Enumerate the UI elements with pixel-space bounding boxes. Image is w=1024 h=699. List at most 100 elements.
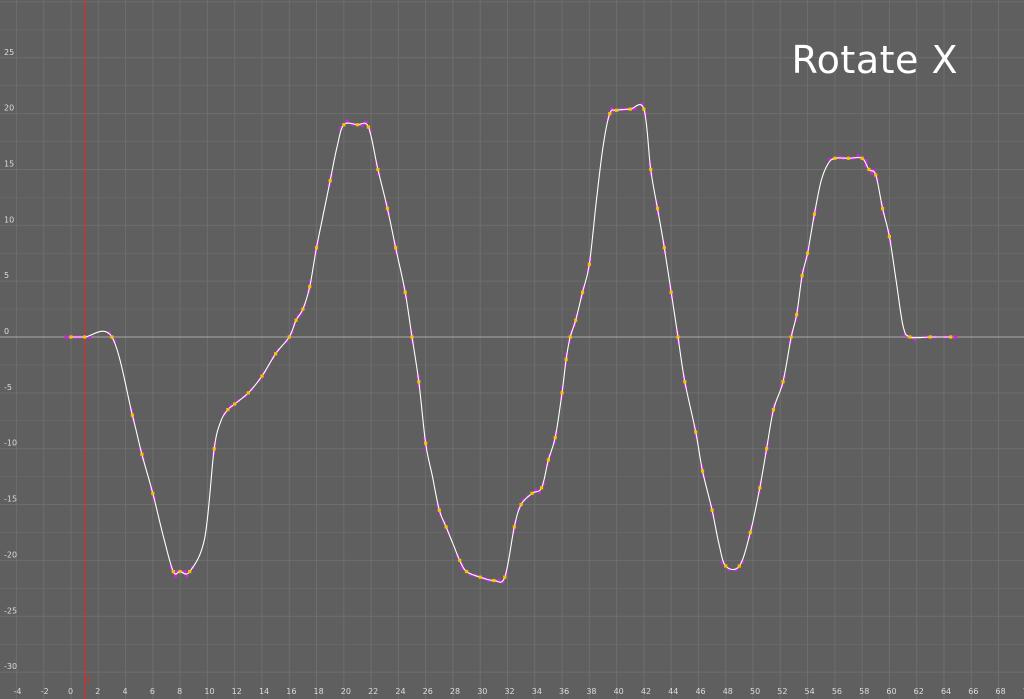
keyframe[interactable] bbox=[748, 530, 752, 535]
keyframe[interactable] bbox=[260, 374, 264, 378]
keyframe[interactable] bbox=[908, 335, 912, 339]
keyframe[interactable] bbox=[464, 569, 469, 574]
keyframe[interactable] bbox=[553, 435, 557, 440]
keyframe[interactable] bbox=[928, 335, 932, 339]
keyframe[interactable] bbox=[444, 525, 448, 529]
keyframe[interactable] bbox=[587, 262, 591, 266]
tangent-handle-end[interactable] bbox=[870, 171, 874, 175]
keyframe[interactable] bbox=[366, 125, 370, 129]
keyframe[interactable] bbox=[394, 246, 398, 250]
keyframe[interactable] bbox=[83, 335, 87, 339]
tangent-handle-end[interactable] bbox=[954, 335, 958, 339]
keyframe[interactable] bbox=[880, 206, 885, 211]
keyframe[interactable] bbox=[410, 335, 414, 339]
keyframe[interactable] bbox=[560, 391, 564, 395]
keyframe[interactable] bbox=[765, 447, 769, 451]
keyframe[interactable] bbox=[171, 569, 175, 574]
keyframes[interactable] bbox=[69, 107, 953, 583]
keyframe[interactable] bbox=[355, 123, 360, 127]
keyframe[interactable] bbox=[178, 569, 182, 574]
keyframe[interactable] bbox=[301, 307, 305, 311]
keyframe[interactable] bbox=[812, 212, 816, 216]
keyframe[interactable] bbox=[887, 234, 891, 239]
keyframe[interactable] bbox=[530, 491, 534, 495]
keyframe[interactable] bbox=[662, 246, 666, 250]
keyframe[interactable] bbox=[287, 335, 291, 339]
keyframe[interactable] bbox=[140, 452, 144, 456]
keyframe[interactable] bbox=[669, 290, 673, 294]
keyframe[interactable] bbox=[69, 335, 73, 339]
keyframe[interactable] bbox=[608, 112, 612, 116]
keyframe[interactable] bbox=[212, 447, 216, 451]
keyframe[interactable] bbox=[710, 508, 714, 512]
keyframe[interactable] bbox=[564, 357, 568, 361]
keyframe[interactable] bbox=[342, 123, 346, 127]
keyframe[interactable] bbox=[683, 380, 687, 384]
keyframe[interactable] bbox=[512, 525, 516, 529]
keyframe[interactable] bbox=[874, 173, 878, 177]
keyframe[interactable] bbox=[328, 179, 332, 183]
keyframe[interactable] bbox=[949, 335, 953, 339]
keyframe[interactable] bbox=[568, 335, 572, 339]
tangent-handle-end[interactable] bbox=[183, 569, 187, 574]
keyframe[interactable] bbox=[724, 564, 728, 568]
keyframe[interactable] bbox=[800, 273, 804, 278]
keyframe[interactable] bbox=[233, 402, 237, 406]
keyframe[interactable] bbox=[226, 408, 230, 412]
keyframe[interactable] bbox=[655, 206, 660, 211]
keyframe[interactable] bbox=[546, 458, 550, 462]
keyframe[interactable] bbox=[860, 156, 864, 160]
keyframe[interactable] bbox=[615, 108, 619, 112]
keyframe[interactable] bbox=[694, 430, 698, 434]
keyframe[interactable] bbox=[642, 107, 646, 111]
keyframe[interactable] bbox=[676, 335, 680, 339]
keyframe[interactable] bbox=[789, 335, 793, 339]
keyframe[interactable] bbox=[574, 318, 578, 322]
keyframe[interactable] bbox=[771, 408, 776, 412]
keyframe[interactable] bbox=[403, 290, 407, 294]
keyframe[interactable] bbox=[846, 156, 851, 160]
tangent-handle-end[interactable] bbox=[173, 574, 178, 578]
tangent-handle-end[interactable] bbox=[345, 119, 349, 123]
rotate-x-curve[interactable] bbox=[70, 104, 951, 583]
keyframe[interactable] bbox=[737, 564, 741, 568]
keyframe[interactable] bbox=[130, 413, 134, 417]
keyframe[interactable] bbox=[833, 156, 837, 160]
keyframe[interactable] bbox=[867, 167, 871, 172]
keyframe[interactable] bbox=[649, 167, 653, 172]
graph-editor-panel[interactable]: 302520151050-5-10-15-20-25-30 -4-2024681… bbox=[0, 0, 1024, 699]
keyframe[interactable] bbox=[188, 569, 192, 574]
animation-curve[interactable] bbox=[70, 104, 951, 583]
keyframe[interactable] bbox=[458, 558, 462, 562]
keyframe[interactable] bbox=[805, 251, 810, 255]
keyframe[interactable] bbox=[274, 352, 278, 356]
graph-canvas[interactable]: 302520151050-5-10-15-20-25-30 -4-2024681… bbox=[0, 0, 1024, 699]
keyframe[interactable] bbox=[294, 318, 298, 322]
playhead[interactable]: 1 bbox=[84, 0, 92, 699]
keyframe[interactable] bbox=[308, 285, 312, 289]
keyframe[interactable] bbox=[700, 469, 705, 473]
keyframe[interactable] bbox=[424, 441, 428, 445]
keyframe[interactable] bbox=[539, 486, 544, 490]
keyframe[interactable] bbox=[314, 246, 319, 250]
keyframe[interactable] bbox=[519, 502, 523, 507]
x-tick-label: 42 bbox=[641, 687, 651, 696]
keyframe[interactable] bbox=[503, 575, 507, 579]
keyframe[interactable] bbox=[758, 486, 762, 490]
keyframe[interactable] bbox=[580, 290, 585, 294]
keyframe[interactable] bbox=[781, 380, 785, 384]
keyframe[interactable] bbox=[492, 578, 496, 583]
keyframe[interactable] bbox=[246, 391, 250, 395]
keyframe[interactable] bbox=[376, 167, 380, 172]
keyframe[interactable] bbox=[437, 508, 441, 512]
keyframe[interactable] bbox=[628, 107, 632, 111]
tangent-handle-end[interactable] bbox=[64, 335, 68, 339]
keyframe[interactable] bbox=[385, 206, 390, 211]
keyframe[interactable] bbox=[110, 335, 114, 339]
y-tick-label: 25 bbox=[4, 48, 14, 57]
x-tick-label: 0 bbox=[68, 687, 73, 696]
keyframe[interactable] bbox=[478, 575, 482, 579]
keyframe[interactable] bbox=[795, 313, 799, 317]
keyframe[interactable] bbox=[417, 380, 421, 384]
keyframe[interactable] bbox=[151, 491, 155, 495]
